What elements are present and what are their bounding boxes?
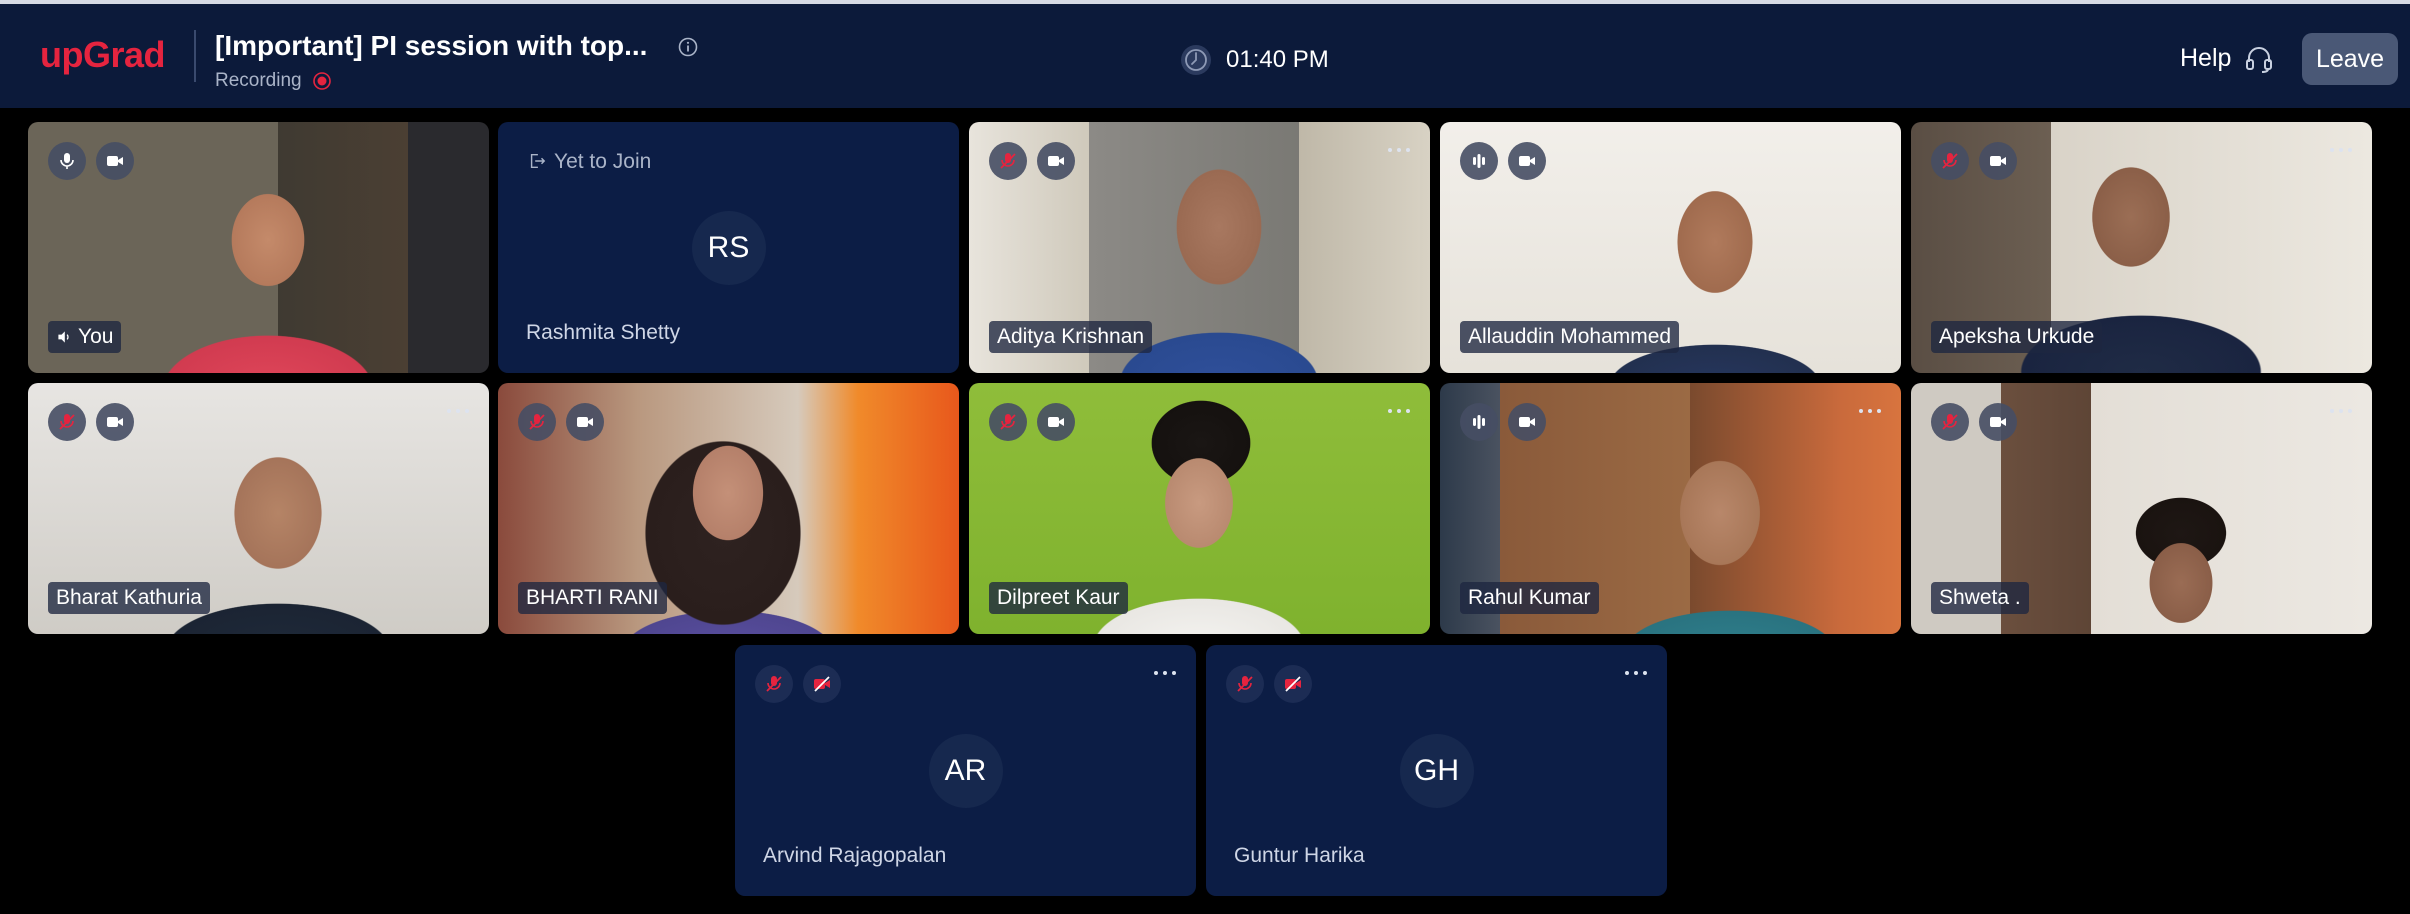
participant-name: You	[48, 321, 122, 353]
mic-button[interactable]	[518, 403, 556, 441]
participant-tile[interactable]: Yet to Join RS Rashmita Shetty	[498, 122, 959, 373]
headset-icon[interactable]	[2244, 44, 2274, 74]
mic-button[interactable]	[1460, 142, 1498, 180]
speaking-icon	[1473, 154, 1485, 168]
camera-icon	[1519, 156, 1535, 166]
mic-off-icon	[1237, 676, 1253, 692]
mic-off-icon	[59, 414, 75, 430]
mic-button[interactable]	[1460, 403, 1498, 441]
camera-icon	[577, 417, 593, 427]
recording-label: Recording	[215, 70, 302, 91]
speaking-icon	[1473, 415, 1485, 429]
mic-off-icon	[1000, 414, 1016, 430]
mic-button[interactable]	[989, 142, 1027, 180]
camera-button[interactable]	[1037, 142, 1075, 180]
speaker-icon	[58, 331, 69, 343]
participant-name: Aditya Krishnan	[989, 321, 1153, 353]
clock-icon	[1181, 45, 1211, 75]
header-divider	[194, 30, 196, 82]
participant-tile[interactable]: Dilpreet Kaur	[969, 383, 1430, 634]
camera-icon	[1048, 417, 1064, 427]
more-icon[interactable]	[1386, 405, 1412, 417]
participant-name: Allauddin Mohammed	[1460, 321, 1680, 353]
more-icon[interactable]	[1386, 144, 1412, 156]
camera-icon	[1990, 156, 2006, 166]
mic-off-icon	[1942, 153, 1958, 169]
camera-button[interactable]	[566, 403, 604, 441]
mic-off-icon	[1000, 153, 1016, 169]
mic-button[interactable]	[755, 665, 793, 703]
mic-button[interactable]	[1931, 403, 1969, 441]
camera-icon	[107, 156, 123, 166]
camera-button[interactable]	[1979, 142, 2017, 180]
more-icon[interactable]	[2328, 144, 2354, 156]
mic-button[interactable]	[1931, 142, 1969, 180]
avatar: RS	[691, 210, 766, 285]
more-icon[interactable]	[1152, 667, 1178, 679]
mic-button[interactable]	[989, 403, 1027, 441]
camera-icon	[1990, 417, 2006, 427]
avatar: GH	[1399, 733, 1474, 808]
recording-dot-icon	[313, 72, 331, 90]
participant-tile[interactable]: Allauddin Mohammed	[1440, 122, 1901, 373]
mic-off-icon	[529, 414, 545, 430]
mic-button[interactable]	[48, 403, 86, 441]
more-icon[interactable]	[1623, 667, 1649, 679]
participant-name: Apeksha Urkude	[1931, 321, 2103, 353]
participant-name: BHARTI RANI	[518, 582, 667, 614]
mic-icon	[60, 153, 74, 169]
participant-tile[interactable]: BHARTI RANI	[498, 383, 959, 634]
participant-name: Guntur Harika	[1234, 844, 1365, 867]
camera-icon	[1519, 417, 1535, 427]
mic-button[interactable]	[48, 142, 86, 180]
participant-tile[interactable]: AR Arvind Rajagopalan	[735, 645, 1196, 896]
participant-name: Bharat Kathuria	[48, 582, 210, 614]
participant-tile[interactable]: Rahul Kumar	[1440, 383, 1901, 634]
participant-tile[interactable]: GH Guntur Harika	[1206, 645, 1667, 896]
camera-button[interactable]	[96, 403, 134, 441]
session-title: [Important] PI session with top...	[215, 30, 648, 61]
camera-button[interactable]	[1979, 403, 2017, 441]
participant-name: Rahul Kumar	[1460, 582, 1599, 614]
camera-button[interactable]	[1274, 665, 1312, 703]
camera-icon	[107, 417, 123, 427]
more-icon[interactable]	[2328, 405, 2354, 417]
top-bar: upGrad [Important] PI session with top..…	[0, 0, 2410, 108]
mic-off-icon	[766, 676, 782, 692]
camera-button[interactable]	[1508, 142, 1546, 180]
camera-button[interactable]	[803, 665, 841, 703]
camera-button[interactable]	[96, 142, 134, 180]
join-status: Yet to Join	[528, 150, 651, 174]
camera-off-icon	[1285, 676, 1301, 692]
mic-button[interactable]	[1226, 665, 1264, 703]
avatar: AR	[928, 733, 1003, 808]
participant-name: Shweta .	[1931, 582, 2029, 614]
more-icon[interactable]	[445, 405, 471, 417]
info-icon[interactable]	[678, 37, 698, 57]
participant-tile[interactable]: Apeksha Urkude	[1911, 122, 2372, 373]
camera-off-icon	[814, 676, 830, 692]
participant-tile[interactable]: Bharat Kathuria	[28, 383, 489, 634]
camera-button[interactable]	[1508, 403, 1546, 441]
help-link[interactable]: Help	[2180, 44, 2231, 73]
upgrad-logo: upGrad	[40, 34, 166, 75]
camera-icon	[1048, 156, 1064, 166]
participant-name: Rashmita Shetty	[526, 321, 681, 344]
participant-tile[interactable]: Aditya Krishnan	[969, 122, 1430, 373]
exit-icon	[530, 153, 546, 169]
camera-button[interactable]	[1037, 403, 1075, 441]
participant-name: Arvind Rajagopalan	[763, 844, 947, 867]
participant-tile[interactable]: Shweta .	[1911, 383, 2372, 634]
participant-name: Dilpreet Kaur	[989, 582, 1128, 614]
leave-button[interactable]: Leave	[2302, 33, 2398, 85]
more-icon[interactable]	[1857, 405, 1883, 417]
current-time: 01:40 PM	[1226, 46, 1329, 73]
mic-off-icon	[1942, 414, 1958, 430]
participant-tile[interactable]: You	[28, 122, 489, 373]
